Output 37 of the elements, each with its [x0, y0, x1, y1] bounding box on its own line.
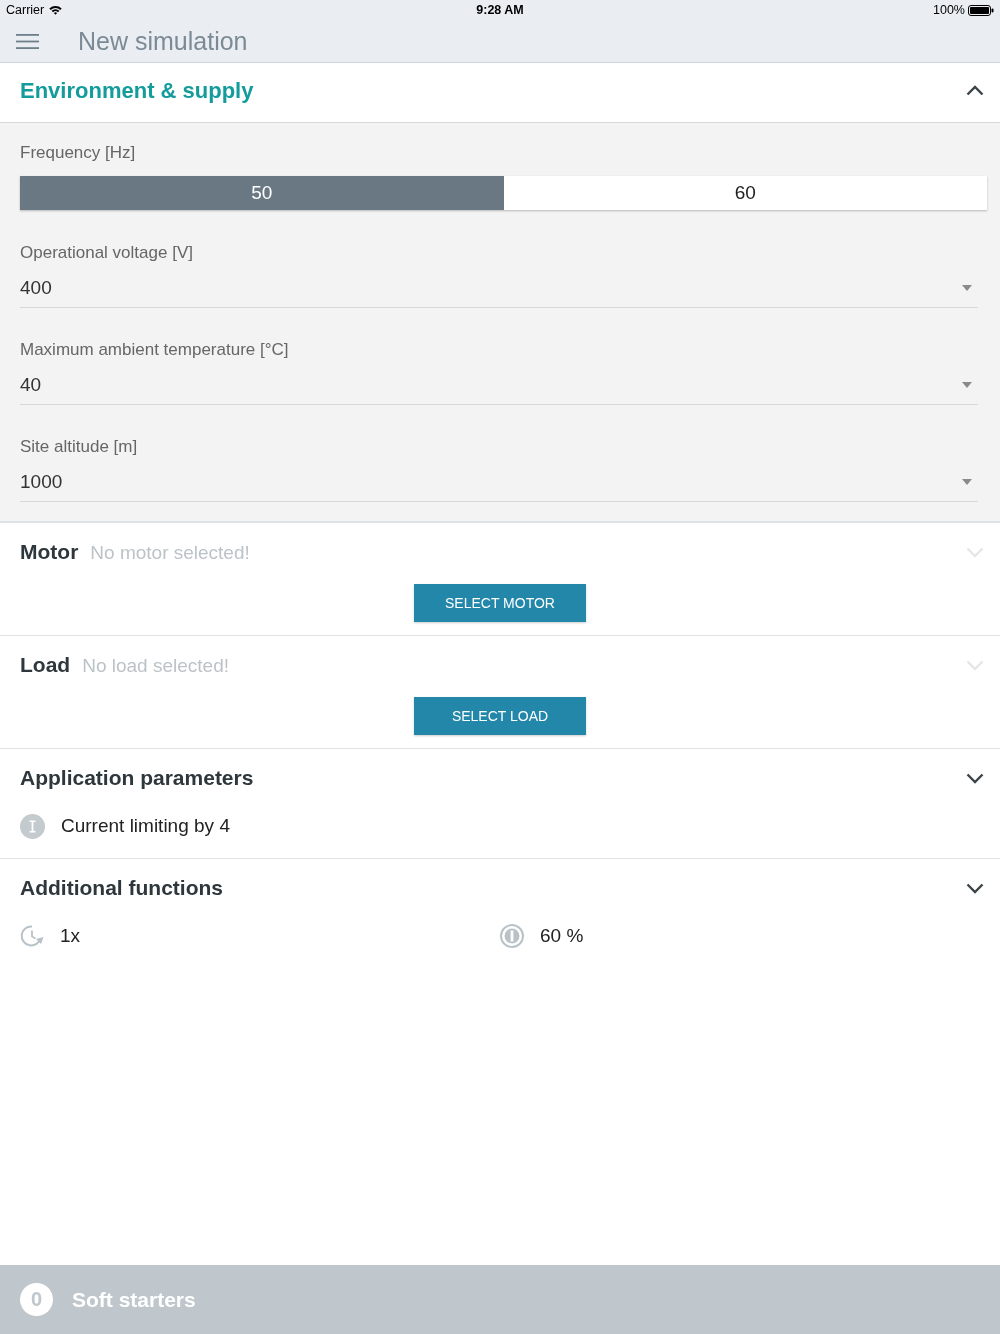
chevron-up-icon[interactable] — [966, 85, 984, 96]
count-badge: 0 — [20, 1283, 53, 1316]
segment-option[interactable]: 60 — [503, 176, 987, 210]
summary-value: 60 % — [540, 925, 584, 947]
results-label: Soft starters — [72, 1287, 196, 1312]
summary-value: 1x — [60, 925, 81, 947]
screen-title: New simulation — [78, 26, 248, 56]
summary-value: Current limiting by 4 — [61, 815, 230, 837]
battery-icon — [968, 4, 994, 16]
dropdown-triangle-icon — [962, 479, 972, 485]
dropdown-field[interactable]: 400 — [20, 276, 978, 308]
dropdown-field[interactable]: 1000 — [20, 470, 978, 502]
battery-percent: 100% — [933, 3, 965, 17]
clock-arrow-icon — [20, 924, 44, 948]
segment-option[interactable]: 50 — [20, 176, 504, 210]
section-title: Additional functions — [20, 876, 223, 900]
field-label: Operational voltage [V] — [20, 243, 194, 263]
section-title: Load — [20, 653, 71, 677]
field-label: Maximum ambient temperature [°C] — [20, 340, 290, 360]
status-note: No load selected! — [82, 655, 229, 677]
chevron-down-icon[interactable] — [966, 772, 984, 784]
carrier-label: Carrier — [6, 3, 45, 17]
field-label: Site altitude [m] — [20, 437, 139, 457]
section-title: Motor — [20, 540, 79, 564]
info-icon — [20, 813, 45, 839]
dropdown-triangle-icon — [962, 382, 972, 388]
gauge-icon — [500, 924, 524, 948]
clock-time: 9:28 AM — [476, 3, 524, 17]
status-note: No motor selected! — [90, 542, 250, 564]
dropdown-field[interactable]: 40 — [20, 373, 978, 405]
field-label: Frequency [Hz] — [20, 143, 137, 163]
wifi-icon — [49, 5, 63, 15]
dropdown-triangle-icon — [962, 285, 972, 291]
menu-icon[interactable] — [16, 33, 39, 49]
chevron-down-icon[interactable] — [966, 882, 984, 894]
section-title: Application parameters — [20, 766, 254, 790]
section-title: Environment & supply — [20, 77, 254, 104]
